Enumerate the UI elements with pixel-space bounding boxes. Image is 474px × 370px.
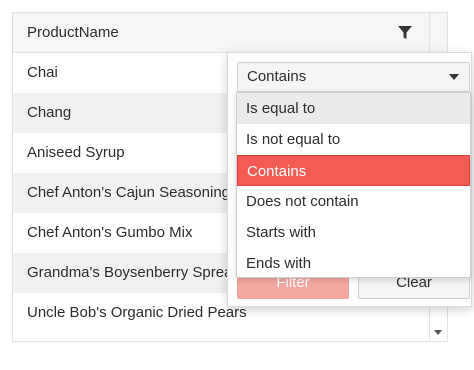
operator-dropdown-list: Is equal to Is not equal to Contains Doe…: [236, 92, 471, 278]
header-scrollbar-gap: [429, 13, 447, 53]
screen: ProductName Chai Chang Aniseed Syrup Che…: [0, 0, 474, 370]
operator-option-does-not-contain[interactable]: Does not contain: [237, 186, 470, 217]
chevron-down-icon[interactable]: [449, 74, 459, 80]
filter-icon[interactable]: [397, 25, 413, 41]
filter-operator-value: Contains: [247, 68, 307, 85]
operator-option-ends-with[interactable]: Ends with: [237, 248, 470, 279]
column-header-product-name[interactable]: ProductName: [27, 13, 119, 53]
operator-option-is-not-equal-to[interactable]: Is not equal to: [237, 124, 470, 155]
operator-option-contains[interactable]: Contains: [237, 155, 470, 186]
scroll-down-arrow-icon[interactable]: [434, 330, 442, 335]
filter-operator-select[interactable]: Contains: [237, 62, 470, 92]
operator-option-starts-with[interactable]: Starts with: [237, 217, 470, 248]
operator-option-is-equal-to[interactable]: Is equal to: [237, 93, 470, 124]
grid-header: ProductName: [13, 13, 429, 53]
